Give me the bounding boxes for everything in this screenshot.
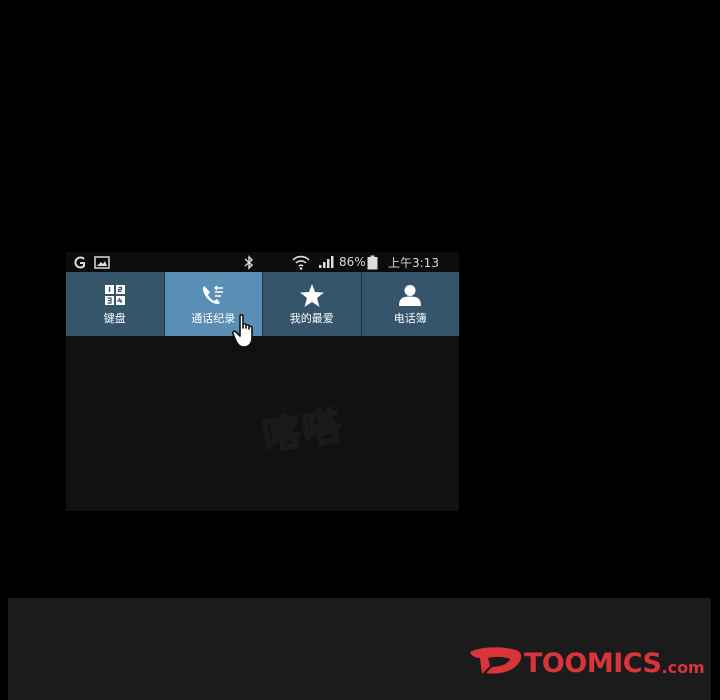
dialer-tab-bar: 键盘 通话纪录 我的最爱 电话簿 xyxy=(66,272,459,336)
call-log-icon xyxy=(201,282,225,308)
bluetooth-icon xyxy=(244,252,254,272)
tab-keypad[interactable]: 键盘 xyxy=(66,272,165,336)
wifi-icon xyxy=(292,252,310,272)
toomics-watermark: TOOMICS .com xyxy=(468,646,705,680)
battery-percent: 86% xyxy=(339,255,366,269)
signal-icon xyxy=(318,252,334,272)
watermark-brand: TOOMICS xyxy=(524,647,662,679)
tab-favorites[interactable]: 我的最爱 xyxy=(263,272,362,336)
tab-favorites-label: 我的最爱 xyxy=(289,312,334,325)
toomics-logo-icon xyxy=(468,646,524,680)
clock: 上午3:13 xyxy=(388,255,439,270)
app-notification-icon xyxy=(73,252,86,272)
contact-icon xyxy=(399,282,422,308)
sound-effect-text: 喀嗒 xyxy=(259,403,346,460)
star-icon xyxy=(299,282,324,308)
tab-keypad-label: 键盘 xyxy=(103,312,126,325)
tab-contacts-label: 电话簿 xyxy=(393,312,427,325)
tab-call-log-label: 通话纪录 xyxy=(191,312,236,325)
keypad-icon xyxy=(104,282,125,308)
watermark-domain: .com xyxy=(661,657,705,677)
phone-screen: 86% 上午3:13 键盘 通话纪录 我的最爱 电话簿 喀嗒 xyxy=(66,252,459,511)
hand-cursor-icon xyxy=(231,314,258,354)
status-bar: 86% 上午3:13 xyxy=(66,252,459,272)
battery-icon xyxy=(367,252,378,272)
gallery-notification-icon xyxy=(94,252,110,272)
tab-contacts[interactable]: 电话簿 xyxy=(361,272,459,336)
